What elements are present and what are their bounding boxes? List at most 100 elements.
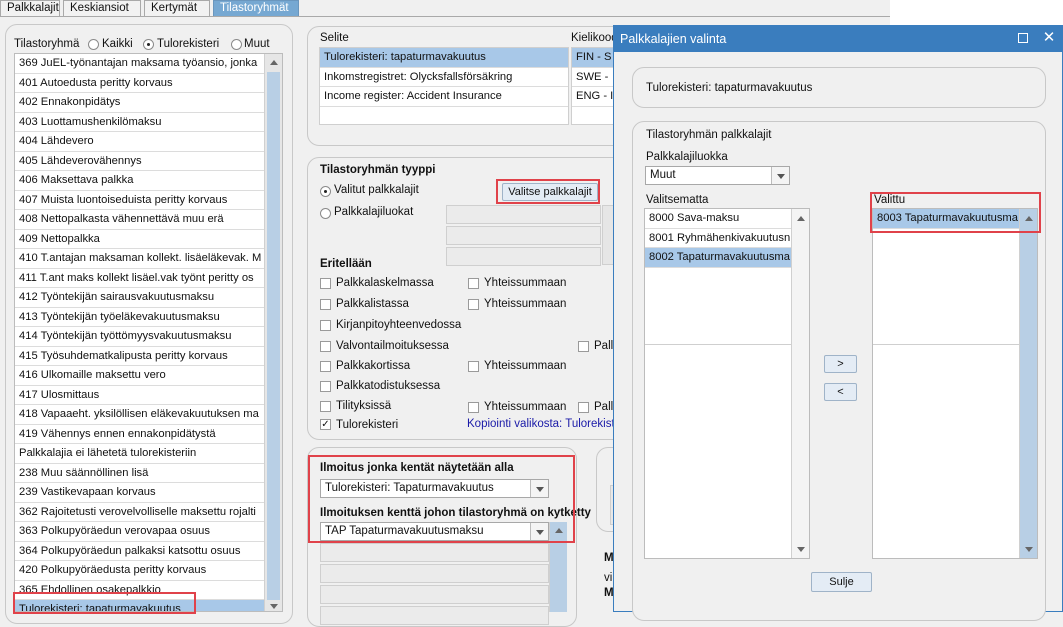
radio-valitut-palkkalajit[interactable] [320,186,331,197]
tilastoryhma-item[interactable]: 402 Ennakonpidätys [15,93,265,113]
check-palkkalistassa[interactable] [320,299,331,310]
tilastoryhma-item[interactable]: 418 Vapaaeht. yksilöllisen eläkevakuutuk… [15,405,265,425]
ilmoitus-scrollbar[interactable] [549,522,567,612]
edge-text-vi: vi [604,572,613,584]
tilastoryhma-item[interactable]: 407 Muista luontoiseduista peritty korva… [15,191,265,210]
check-valvontailmoituksessa[interactable] [320,341,331,352]
scroll-up-icon[interactable] [270,60,278,65]
tilastoryhma-item[interactable]: 416 Ulkomaille maksettu vero [15,366,265,386]
check-pall-2[interactable] [578,402,589,413]
scroll-up-icon[interactable] [1025,216,1033,221]
yhteissummaan-label: Yhteissummaan [484,401,567,413]
selite-list[interactable]: Tulorekisteri: tapaturmavakuutus Inkomst… [319,47,569,125]
selite-row[interactable]: Income register: Accident Insurance [320,87,568,107]
tilastoryhma-item[interactable]: 405 Lähdeverovähennys [15,152,265,171]
maximize-icon[interactable] [1018,33,1028,43]
dialog-group-title: Tilastoryhmän palkkalajit [646,129,772,141]
radio-muut[interactable] [231,39,242,50]
check-yhteissummaan-1[interactable] [468,278,479,289]
check-yhteissummaan-3[interactable] [468,361,479,372]
tilastoryhma-item[interactable]: 419 Vähennys ennen ennakonpidätystä [15,425,265,444]
scroll-up-icon[interactable] [555,528,563,533]
scroll-down-icon[interactable] [270,604,278,609]
tilastoryhma-item[interactable]: 404 Lähdevero [15,132,265,152]
check-tilityksissa[interactable] [320,401,331,412]
kielikoodi-row[interactable]: SWE - [572,68,615,87]
check-palkkakortissa[interactable] [320,361,331,372]
check-pall-1[interactable] [578,341,589,352]
valitsematta-list[interactable]: 8000 Sava-maksu 8001 Ryhmähenkivakuutusn… [644,208,810,559]
tab-kertymat[interactable]: Kertymät [144,0,210,16]
kielikoodi-list[interactable]: FIN - S SWE - ENG - I [571,47,616,125]
chevron-down-icon[interactable] [530,523,548,540]
chevron-down-icon[interactable] [771,167,789,184]
palkkalajiluokka-combo-3[interactable] [446,247,601,266]
scroll-down-icon[interactable] [1025,547,1033,552]
tab-tilastoryhmat[interactable]: Tilastoryhmät [213,0,299,16]
kielikoodi-row[interactable]: FIN - S [572,48,615,68]
tilastoryhma-item[interactable]: 409 Nettopalkka [15,230,265,249]
tilastoryhma-scrollbar[interactable] [264,54,282,611]
tab-palkkalajit[interactable]: Palkkalajit [0,0,60,16]
tilastoryhma-item[interactable]: 417 Ulosmittaus [15,386,265,405]
radio-tulorekisteri[interactable] [143,39,154,50]
ilmoitus-select[interactable]: Tulorekisteri: Tapaturmavakuutus [320,479,549,498]
radio-kaikki[interactable] [88,39,99,50]
tilastoryhma-item[interactable]: Tulorekisteri: tapaturmavakuutus [15,600,265,611]
kielikoodi-row[interactable]: ENG - I [572,87,615,107]
list-item[interactable]: 8001 Ryhmähenkivakuutusn [645,229,809,248]
check-palkkalaskelmassa[interactable] [320,278,331,289]
selite-row[interactable]: Inkomstregistret: Olycksfallsförsäkring [320,68,568,87]
tilastoryhma-item[interactable]: 408 Nettopalkasta vähennettävä muu erä [15,210,265,230]
palkkalajiluokka-combo-2[interactable] [446,226,601,245]
tilastoryhma-item[interactable]: 410 T.antajan maksaman kollekt. lisäeläk… [15,249,265,269]
check-yhteissummaan-2[interactable] [468,299,479,310]
check-kirjanpitoyhteenvedossa[interactable] [320,320,331,331]
scroll-up-icon[interactable] [797,216,805,221]
kopiointi-link[interactable]: Kopiointi valikosta: Tulorekist [467,418,615,430]
tilastoryhma-item[interactable]: 239 Vastikevapaan korvaus [15,483,265,503]
valittu-list[interactable]: 8003 Tapaturmavakuutusma [872,208,1038,559]
valitse-palkkalajit-button[interactable]: Valitse palkkalajit [502,183,598,201]
list-item[interactable]: 8000 Sava-maksu [645,209,809,229]
ilmoitus-kentta-select[interactable]: TAP Tapaturmavakuutusmaksu [320,522,549,541]
scroll-down-icon[interactable] [797,547,805,552]
tilastoryhma-item[interactable]: 238 Muu säännöllinen lisä [15,464,265,483]
tilastoryhma-item[interactable]: 406 Maksettava palkka [15,171,265,191]
tilastoryhma-item[interactable]: 401 Autoedusta peritty korvaus [15,74,265,93]
check-tulorekisteri[interactable]: ✓ [320,419,331,430]
tilastoryhma-item[interactable]: 369 JuEL-työnantajan maksama työansio, j… [15,54,265,74]
tilastoryhma-item[interactable]: Palkkalajia ei lähetetä tulorekisteriin [15,444,265,464]
tilastoryhma-item[interactable]: 411 T.ant maks kollekt lisäel.vak työnt … [15,269,265,288]
tilastoryhma-item[interactable]: 364 Polkupyöräedun palkaksi katsottu osu… [15,542,265,561]
scroll-thumb[interactable] [267,72,280,600]
selite-row[interactable]: Tulorekisteri: tapaturmavakuutus [320,48,568,68]
check-palkkatodistuksessa[interactable] [320,381,331,392]
tilastoryhma-item[interactable]: 413 Työntekijän työeläkevakuutusmaksu [15,308,265,327]
check-yhteissummaan-4[interactable] [468,402,479,413]
tilastoryhma-item[interactable]: 403 Luottamushenkilömaksu [15,113,265,132]
list-item[interactable]: 8003 Tapaturmavakuutusma [873,209,1037,229]
chevron-down-icon[interactable] [530,480,548,497]
tilastoryhma-item[interactable]: 420 Polkupyöräedusta peritty korvaus [15,561,265,581]
check-palkkalistassa-label: Palkkalistassa [336,298,409,310]
valitsematta-scrollbar[interactable] [791,209,809,558]
palkkalajiluokka-combo-1[interactable] [446,205,601,224]
close-icon[interactable]: ✕ [1042,28,1056,48]
valittu-scrollbar[interactable] [1019,209,1037,558]
tab-keskiansiot[interactable]: Keskiansiot [63,0,141,16]
tilastoryhma-list[interactable]: 369 JuEL-työnantajan maksama työansio, j… [14,53,283,612]
sulje-button[interactable]: Sulje [811,572,872,592]
tilastoryhma-item[interactable]: 365 Ehdollinen osakepalkkio [15,581,265,600]
add-button[interactable]: > [824,355,857,373]
remove-button[interactable]: < [824,383,857,401]
tilastoryhma-item[interactable]: 414 Työntekijän työttömyysvakuutusmaksu [15,327,265,347]
tilastoryhma-item[interactable]: 412 Työntekijän sairausvakuutusmaksu [15,288,265,308]
list-item[interactable]: 8002 Tapaturmavakuutusma [645,248,809,268]
tilastoryhma-item[interactable]: 362 Rajoitetusti verovelvolliselle makse… [15,503,265,522]
palkkalajiluokka-select[interactable]: Muut [645,166,790,185]
tilastoryhma-item[interactable]: 415 Työsuhdematkalipusta peritty korvaus [15,347,265,366]
radio-valitut-label: Valitut palkkalajit [334,184,419,196]
tilastoryhma-item[interactable]: 363 Polkupyöräedun verovapaa osuus [15,522,265,542]
radio-palkkalajiluokat[interactable] [320,208,331,219]
